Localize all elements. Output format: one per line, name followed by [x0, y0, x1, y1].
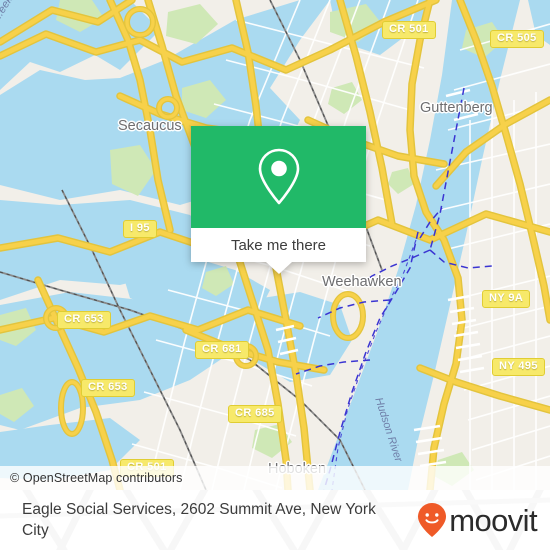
route-shield-cr-653-upper[interactable]: CR 653 — [57, 311, 111, 329]
destination-popup[interactable]: Take me there — [191, 126, 366, 274]
map-canvas[interactable]: Secaucus Guttenberg Weehawken Hoboken ..… — [0, 0, 550, 490]
route-shield-ny-9a[interactable]: NY 9A — [482, 290, 531, 308]
route-shield-cr-681[interactable]: CR 681 — [195, 341, 249, 359]
moovit-wordmark: moovit — [449, 502, 537, 538]
footer-bar: Eagle Social Services, 2602 Summit Ave, … — [0, 490, 550, 550]
route-shield-i-95[interactable]: I 95 — [123, 220, 157, 238]
osm-attribution-text: © OpenStreetMap contributors — [10, 471, 183, 485]
moovit-smiley-pin-icon — [418, 503, 447, 537]
location-pin-icon — [258, 148, 299, 205]
popup-header — [191, 126, 366, 228]
route-shield-ny-495[interactable]: NY 495 — [492, 358, 545, 376]
moovit-map-screenshot: Secaucus Guttenberg Weehawken Hoboken ..… — [0, 0, 550, 550]
route-shield-cr-505[interactable]: CR 505 — [490, 30, 544, 48]
route-shield-cr-501-north[interactable]: CR 501 — [382, 21, 436, 39]
osm-attribution[interactable]: © OpenStreetMap contributors — [0, 466, 550, 490]
popup-pointer — [266, 262, 292, 274]
page-title: Eagle Social Services, 2602 Summit Ave, … — [22, 501, 376, 539]
take-me-there-button[interactable]: Take me there — [191, 228, 366, 262]
route-shield-cr-685[interactable]: CR 685 — [228, 405, 282, 423]
moovit-brand[interactable]: moovit — [417, 502, 538, 538]
route-shield-cr-653-lower[interactable]: CR 653 — [81, 379, 135, 397]
